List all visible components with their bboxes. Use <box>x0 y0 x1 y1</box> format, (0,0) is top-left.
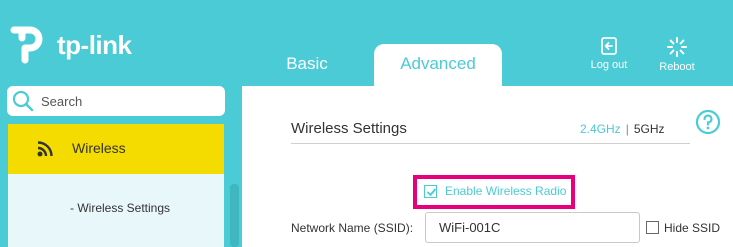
sidebar-scrollbar[interactable] <box>230 184 239 247</box>
enable-wireless-radio-label[interactable]: Enable Wireless Radio <box>445 184 566 198</box>
search-box[interactable] <box>7 86 225 116</box>
search-input[interactable] <box>41 90 219 112</box>
enable-wireless-radio-checkbox[interactable] <box>424 185 437 198</box>
section-divider <box>291 143 690 144</box>
reboot-label: Reboot <box>659 61 695 73</box>
logout-icon <box>601 37 617 55</box>
hide-ssid-checkbox[interactable] <box>646 221 659 234</box>
sidebar-subitem-wireless-settings[interactable]: - Wireless Settings <box>70 201 170 215</box>
section-title: Wireless Settings <box>291 120 407 137</box>
reboot-button[interactable]: Reboot <box>649 36 705 76</box>
brand-name: tp-link <box>57 30 132 60</box>
sidebar-item-wireless[interactable]: Wireless <box>8 124 224 174</box>
logout-label: Log out <box>590 59 628 71</box>
sidebar-submenu: - Wireless Settings <box>8 174 224 247</box>
wifi-icon <box>37 141 53 157</box>
sidebar: Wireless - Wireless Settings <box>0 86 242 247</box>
help-icon <box>695 109 721 135</box>
logout-button[interactable]: Log out <box>581 36 637 76</box>
top-header: tp-link Basic Advanced Log out Reboot <box>0 0 733 86</box>
search-icon <box>12 90 34 112</box>
tp-link-logo: tp-link <box>8 18 148 64</box>
band-24ghz-link[interactable]: 2.4GHz <box>580 122 621 136</box>
ssid-label: Network Name (SSID): <box>291 221 414 235</box>
tp-link-logo-mark-icon <box>10 26 43 64</box>
hide-ssid-label[interactable]: Hide SSID <box>664 221 720 235</box>
band-separator: | <box>625 122 629 136</box>
checkmark-icon <box>427 188 436 196</box>
tab-basic[interactable]: Basic <box>243 44 371 86</box>
band-selector: 2.4GHz | 5GHz <box>580 122 665 136</box>
tab-advanced[interactable]: Advanced <box>374 44 502 86</box>
ssid-input[interactable] <box>425 212 640 243</box>
help-button[interactable] <box>695 109 721 140</box>
band-5ghz-link[interactable]: 5GHz <box>634 122 665 136</box>
sidebar-item-label: Wireless <box>72 140 126 156</box>
reboot-icon <box>667 37 687 57</box>
